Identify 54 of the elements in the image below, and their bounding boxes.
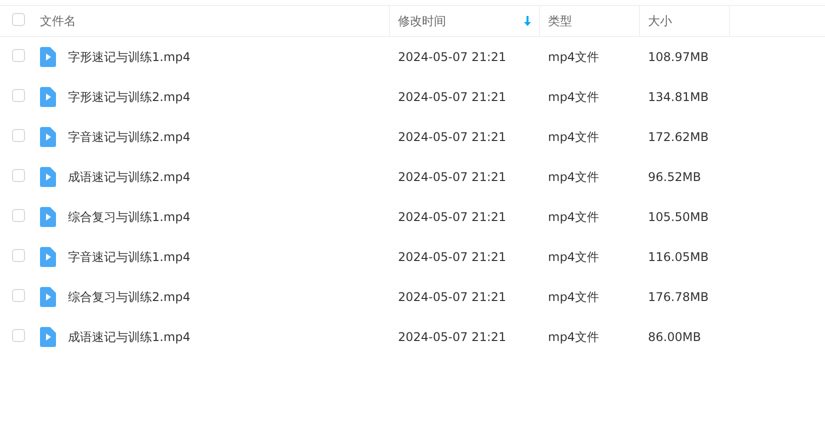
file-type: mp4文件 (548, 50, 599, 64)
column-header[interactable]: 文件名 (40, 12, 76, 30)
checkbox[interactable] (12, 329, 25, 342)
checkbox[interactable] (12, 249, 25, 262)
video-file-icon (40, 167, 56, 187)
file-type: mp4文件 (548, 130, 599, 144)
file-name[interactable]: 字形速记与训练1.mp4 (68, 48, 190, 66)
column-header[interactable]: 类型 (548, 12, 572, 30)
checkbox[interactable] (12, 13, 25, 26)
file-name[interactable]: 字音速记与训练2.mp4 (68, 128, 190, 146)
checkbox[interactable] (12, 129, 25, 142)
file-size: 172.62MB (648, 130, 709, 144)
file-type: mp4文件 (548, 250, 599, 264)
file-name[interactable]: 综合复习与训练2.mp4 (68, 288, 190, 306)
file-size: 108.97MB (648, 50, 709, 64)
file-size: 134.81MB (648, 90, 709, 104)
modified-time: 2024-05-07 21:21 (398, 50, 506, 64)
video-file-icon (40, 247, 56, 267)
modified-time: 2024-05-07 21:21 (398, 250, 506, 264)
file-type: mp4文件 (548, 170, 599, 184)
modified-time: 2024-05-07 21:21 (398, 210, 506, 224)
file-size: 176.78MB (648, 290, 709, 304)
file-size: 86.00MB (648, 330, 701, 344)
file-size: 96.52MB (648, 170, 701, 184)
file-type: mp4文件 (548, 330, 599, 344)
checkbox[interactable] (12, 169, 25, 182)
file-name[interactable]: 成语速记与训练1.mp4 (68, 328, 190, 346)
sort-arrow-icon (524, 16, 531, 26)
checkbox[interactable] (12, 289, 25, 302)
file-type: mp4文件 (548, 210, 599, 224)
file-size: 116.05MB (648, 250, 709, 264)
video-file-icon (40, 287, 56, 307)
column-header[interactable]: 大小 (648, 12, 672, 30)
modified-time: 2024-05-07 21:21 (398, 290, 506, 304)
file-type: mp4文件 (548, 290, 599, 304)
modified-time: 2024-05-07 21:21 (398, 130, 506, 144)
modified-time: 2024-05-07 21:21 (398, 90, 506, 104)
video-file-icon (40, 207, 56, 227)
file-name[interactable]: 字音速记与训练1.mp4 (68, 248, 190, 266)
checkbox[interactable] (12, 49, 25, 62)
modified-time: 2024-05-07 21:21 (398, 330, 506, 344)
file-name[interactable]: 成语速记与训练2.mp4 (68, 168, 190, 186)
modified-time: 2024-05-07 21:21 (398, 170, 506, 184)
column-header[interactable]: 修改时间 (398, 12, 446, 30)
video-file-icon (40, 327, 56, 347)
video-file-icon (40, 87, 56, 107)
checkbox[interactable] (12, 89, 25, 102)
file-name[interactable]: 字形速记与训练2.mp4 (68, 88, 190, 106)
video-file-icon (40, 47, 56, 67)
file-size: 105.50MB (648, 210, 709, 224)
video-file-icon (40, 127, 56, 147)
file-name[interactable]: 综合复习与训练1.mp4 (68, 208, 190, 226)
file-type: mp4文件 (548, 90, 599, 104)
checkbox[interactable] (12, 209, 25, 222)
